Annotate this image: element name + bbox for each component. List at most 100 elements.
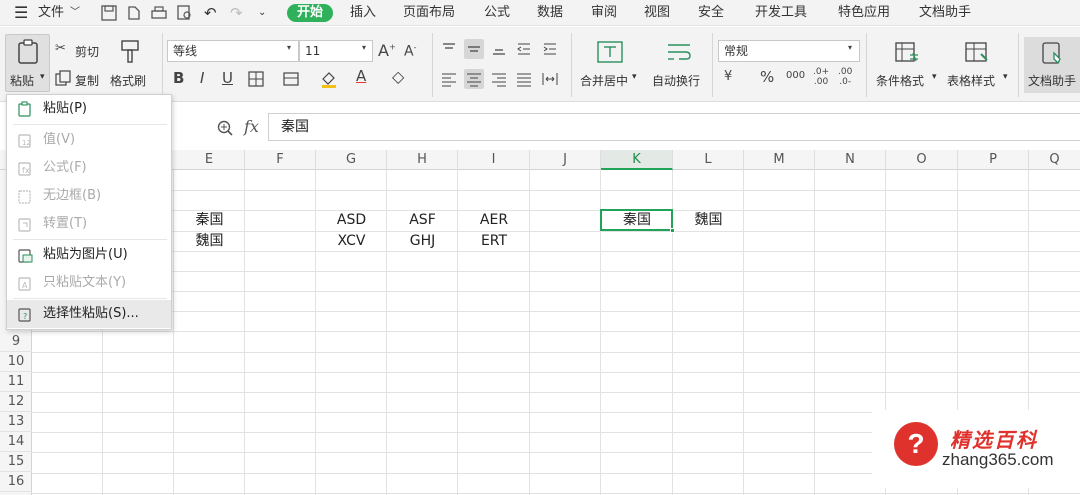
increase-indent-icon[interactable] <box>540 39 560 59</box>
tab-insert[interactable]: 插入 <box>350 4 376 22</box>
fx-label[interactable]: fx <box>244 117 259 136</box>
file-menu-chevron-icon[interactable]: ﹀ <box>70 4 80 22</box>
align-middle-icon[interactable] <box>464 39 484 59</box>
tab-formulas[interactable]: 公式 <box>484 4 510 22</box>
align-center-icon[interactable] <box>464 69 484 89</box>
tab-data[interactable]: 数据 <box>537 4 563 22</box>
wrap-text-button[interactable]: 自动换行 <box>652 72 700 89</box>
row-header-15[interactable]: 15 <box>0 452 32 472</box>
decrease-indent-icon[interactable] <box>514 39 534 59</box>
column-header-q[interactable]: Q <box>1029 150 1080 170</box>
menu-item-paste-no-borders[interactable]: 无边框(B) <box>7 182 171 210</box>
merge-center-button[interactable]: 合并居中 <box>580 72 628 89</box>
cell-i-value[interactable]: AER <box>458 210 530 230</box>
percent-icon[interactable]: % <box>760 68 774 86</box>
justify-icon[interactable] <box>514 69 534 89</box>
column-header-h[interactable]: H <box>387 150 458 170</box>
cell-g-value[interactable]: ASD <box>316 210 387 230</box>
distributed-align-icon[interactable] <box>540 69 560 89</box>
column-header-f[interactable]: F <box>245 150 316 170</box>
italic-icon[interactable]: I <box>200 69 204 87</box>
row-header-10[interactable]: 10 <box>0 352 32 372</box>
doc-assistant-button[interactable]: 文档助手 <box>1024 37 1080 93</box>
column-header-l[interactable]: L <box>673 150 744 170</box>
thousands-separator-icon[interactable]: 000 <box>786 70 805 81</box>
cell-h-value[interactable]: ASF <box>387 210 458 230</box>
formula-input[interactable]: 秦国 <box>268 113 1080 141</box>
tab-developer[interactable]: 开发工具 <box>755 4 807 22</box>
row-header-14[interactable]: 14 <box>0 432 32 452</box>
tab-special-apps[interactable]: 特色应用 <box>838 4 890 22</box>
menu-item-transpose[interactable]: 转置(T) <box>7 210 171 238</box>
cell-e-value[interactable]: 魏国 <box>174 231 245 251</box>
row-header-12[interactable]: 12 <box>0 392 32 412</box>
menu-item-paste-formulas[interactable]: fx 公式(F) <box>7 154 171 182</box>
menu-item-paste-special[interactable]: ? 选择性粘贴(S)... <box>7 300 171 328</box>
row-header-16[interactable]: 16 <box>0 472 32 492</box>
tab-doc-assistant[interactable]: 文档助手 <box>919 4 971 22</box>
currency-icon[interactable]: ¥ <box>724 69 732 84</box>
tab-page-layout[interactable]: 页面布局 <box>403 4 455 22</box>
number-format-chevron-icon[interactable]: ▾ <box>848 43 852 52</box>
align-bottom-icon[interactable] <box>489 39 509 59</box>
undo-icon[interactable]: ↶ <box>204 4 217 22</box>
cut-button[interactable]: 剪切 <box>75 43 99 60</box>
tab-security[interactable]: 安全 <box>698 4 724 22</box>
tab-view[interactable]: 视图 <box>644 4 670 22</box>
menu-item-paste[interactable]: 粘贴(P) <box>7 95 171 123</box>
align-right-icon[interactable] <box>489 69 509 89</box>
column-header-o[interactable]: O <box>886 150 958 170</box>
borders-icon[interactable] <box>248 71 264 87</box>
zoom-search-icon[interactable] <box>216 119 234 137</box>
format-painter-button[interactable]: 格式刷 <box>110 72 146 89</box>
redo-icon[interactable]: ↷ <box>230 4 243 22</box>
row-header-13[interactable]: 13 <box>0 412 32 432</box>
menu-item-paste-as-picture[interactable]: 粘贴为图片(U) <box>7 241 171 269</box>
column-header-p[interactable]: P <box>958 150 1029 170</box>
column-header-k[interactable]: K <box>601 150 673 170</box>
table-style-button[interactable]: 表格样式 <box>947 72 995 89</box>
cell-l-value[interactable]: 魏国 <box>673 210 744 230</box>
cell-g-value[interactable]: XCV <box>316 231 387 251</box>
font-name-chevron-icon[interactable]: ▾ <box>287 43 291 52</box>
cell-i-value[interactable]: ERT <box>458 231 530 251</box>
print-preview-icon[interactable] <box>176 4 194 22</box>
underline-icon[interactable]: U <box>222 69 233 87</box>
align-left-icon[interactable] <box>439 69 459 89</box>
font-color-icon[interactable]: A <box>356 67 366 85</box>
menu-item-paste-values[interactable]: 12 值(V) <box>7 126 171 154</box>
hamburger-menu-icon[interactable]: ☰ <box>14 4 28 22</box>
row-header-11[interactable]: 11 <box>0 372 32 392</box>
fill-handle[interactable] <box>670 228 675 233</box>
decrease-decimal-icon[interactable]: .00.0- <box>838 67 852 87</box>
decrease-font-icon[interactable]: A- <box>404 43 416 60</box>
bold-icon[interactable]: B <box>173 69 184 87</box>
tab-review[interactable]: 审阅 <box>591 4 617 22</box>
quick-access-more-icon[interactable]: ⌄ <box>258 4 266 22</box>
column-header-n[interactable]: N <box>815 150 886 170</box>
increase-decimal-icon[interactable]: .0+ .00 <box>813 67 829 87</box>
number-format-select[interactable]: 常规 <box>718 40 860 62</box>
table-style-chevron-icon[interactable]: ▾ <box>1003 72 1008 82</box>
save-icon[interactable] <box>100 4 118 22</box>
conditional-format-button[interactable]: 条件格式 <box>876 72 924 89</box>
file-menu[interactable]: 文件 <box>38 4 64 22</box>
fill-color-icon[interactable] <box>320 70 338 88</box>
clear-format-icon[interactable]: ◇ <box>392 67 404 86</box>
paste-button[interactable]: 粘贴 ▾ <box>5 34 50 92</box>
column-header-i[interactable]: I <box>458 150 530 170</box>
cell-e-value[interactable]: 秦国 <box>174 210 245 230</box>
conditional-format-chevron-icon[interactable]: ▾ <box>932 72 937 82</box>
print-icon[interactable] <box>150 4 168 22</box>
font-size-chevron-icon[interactable]: ▾ <box>362 43 366 52</box>
export-icon[interactable] <box>125 4 143 22</box>
column-header-g[interactable]: G <box>316 150 387 170</box>
copy-button[interactable]: 复制 <box>75 72 99 89</box>
column-header-e[interactable]: E <box>174 150 245 170</box>
row-header-9[interactable]: 9 <box>0 332 32 352</box>
menu-item-paste-text-only[interactable]: A 只粘贴文本(Y) <box>7 269 171 297</box>
column-header-m[interactable]: M <box>744 150 815 170</box>
cell-h-value[interactable]: GHJ <box>387 231 458 251</box>
align-top-icon[interactable] <box>439 39 459 59</box>
merge-center-chevron-icon[interactable]: ▾ <box>632 72 637 82</box>
